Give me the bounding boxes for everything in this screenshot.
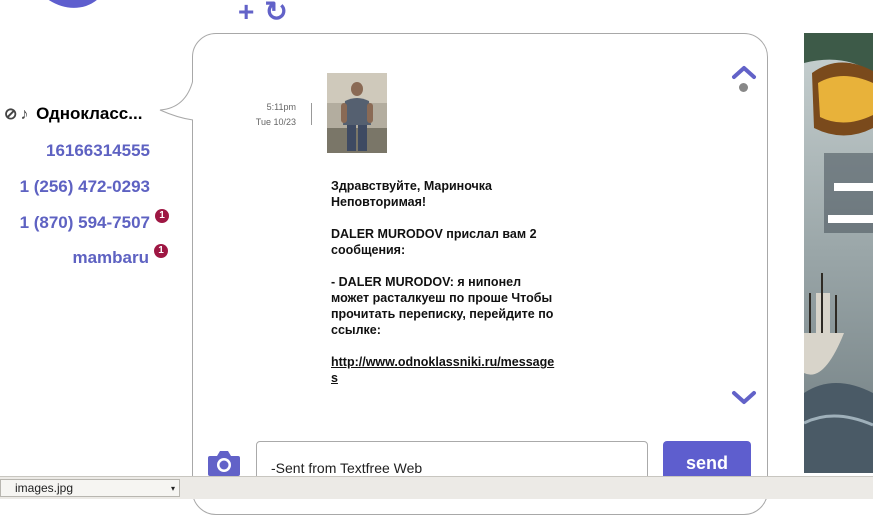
blocked-icon: ⊘ [4,106,18,123]
conversation-label: Однокласс... [36,104,143,123]
message-time: 5:11pm [266,102,296,112]
conversation-label: 1 (870) 594-7507 [19,213,150,232]
music-note-icon: ♪ [20,106,29,123]
refresh-icon[interactable]: ↻ [264,0,287,26]
conversation-item[interactable]: mambaru 1 [72,244,168,268]
message-timestamp: 5:11pm Tue 10/23 [240,100,296,130]
conversation-label: 1 (256) 472-0293 [19,177,150,196]
message-body: Здравствуйте, Мариночка Неповторимая! DA… [331,178,556,386]
scroll-up-icon[interactable] [731,64,757,80]
conversation-item[interactable]: 16166314555 [46,141,150,161]
advertisement-banner[interactable] [804,33,873,473]
scroll-indicator [739,83,748,92]
conversation-item[interactable]: 1 (870) 594-7507 1 [19,209,169,233]
message-link[interactable]: http://www.odnoklassniki.ru/messages [331,355,554,385]
conversation-item-odnoklassniki[interactable]: ⊘ ♪ Однокласс... [4,104,142,124]
panel-pointer [159,80,196,124]
unread-badge: 1 [154,244,168,258]
chevron-down-icon[interactable]: ▾ [171,481,175,497]
message-line: Здравствуйте, Мариночка Неповторимая! [331,179,493,209]
message-line: - DALER MURODOV: я нипонел может расталк… [331,275,554,337]
sender-photo[interactable] [327,73,387,153]
conversation-label: 16166314555 [45,141,150,160]
unread-badge: 1 [155,209,169,223]
message-line: DALER MURODOV прислал вам 2 сообщения: [331,227,537,257]
plus-icon[interactable]: + [238,0,254,26]
download-filename: images.jpg [15,481,74,495]
download-item[interactable]: images.jpg ▾ [0,479,180,497]
conversation-item[interactable]: 1 (256) 472-0293 [20,177,150,197]
camera-icon[interactable] [206,448,242,478]
message-date: Tue 10/23 [255,117,296,127]
textfree-logo-icon [48,0,97,8]
scroll-down-icon[interactable] [731,390,757,406]
timestamp-divider [311,103,312,125]
conversation-label: mambaru [72,248,149,267]
download-bar: images.jpg ▾ [0,476,873,499]
